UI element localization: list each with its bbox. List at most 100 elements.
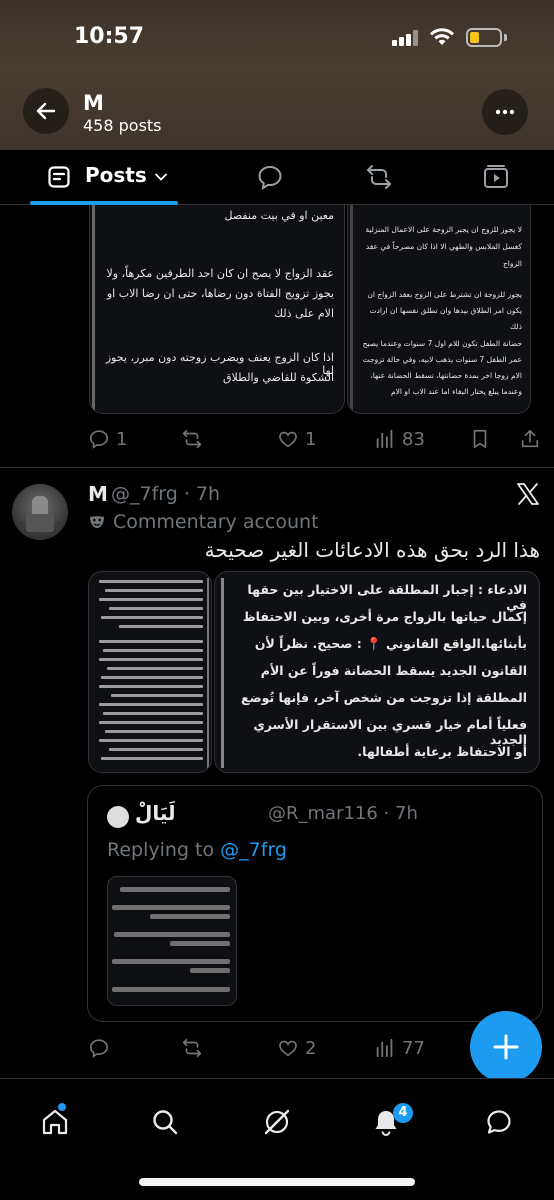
post2-image-line: القانون الجديد يسقط الحضانة فوراً عن الأ… — [260, 663, 527, 678]
status-bar: 10:57 — [0, 22, 554, 54]
post1-right-line: وعندما يبلغ يختار البقاء اما عند الاب او… — [390, 387, 522, 396]
quoted-image-text-line — [190, 968, 230, 973]
more-dots-icon — [495, 109, 515, 115]
profile-posts-count: 458 posts — [83, 116, 162, 135]
tab-media[interactable] — [482, 163, 510, 191]
compose-button[interactable] — [470, 1011, 542, 1083]
quoted-replying-to: Replying to @_7frg — [107, 839, 287, 861]
reply-count: 1 — [116, 428, 128, 450]
tab-replies[interactable] — [256, 163, 284, 191]
cellular-signal-icon — [392, 30, 418, 46]
avatar[interactable] — [12, 484, 68, 540]
post1-right-line: الزواج — [502, 259, 522, 268]
grok-icon[interactable] — [262, 1107, 292, 1137]
bookmark-button[interactable] — [469, 425, 497, 453]
notifications-badge: 4 — [393, 1103, 413, 1123]
arrow-left-icon — [36, 102, 56, 120]
quoted-image-text-line — [150, 914, 230, 919]
post2-left-image-text — [99, 578, 209, 768]
post2-image-line: المطلقة إذا تزوجت من شخص آخر، فإنها تُوض… — [241, 690, 527, 705]
chevron-down-icon — [155, 173, 167, 181]
battery-icon — [466, 28, 502, 47]
post2-image-right[interactable]: الادعاء : إجبار المطلقة على الاختيار بين… — [214, 571, 540, 773]
views-button[interactable]: 77 — [374, 1034, 425, 1062]
profile-header: 10:57 M 458 posts — [0, 0, 554, 150]
bookmark-icon — [473, 429, 487, 449]
post2-image-line: أو الاحتفاظ برعاية أطفالها. — [357, 744, 527, 759]
commentary-mask-icon — [90, 516, 104, 528]
post1-left-line: الشكوة للقاضي والطلاق — [223, 371, 334, 384]
commentary-account-label: Commentary account — [113, 511, 319, 533]
tab-reposts[interactable] — [365, 163, 393, 191]
quoted-image[interactable] — [107, 876, 237, 1006]
views-count: 83 — [402, 428, 425, 450]
tab-posts[interactable]: Posts — [30, 150, 178, 205]
post1-right-line: عمر الطفل 7 سنوات يذهب لابيه، وفي حالة ت… — [362, 355, 522, 364]
post2-image-left[interactable] — [88, 571, 212, 773]
quoted-handle: @R_mar116 · 7h — [268, 803, 418, 824]
search-icon[interactable] — [150, 1107, 180, 1137]
post1-left-line: يجوز تزويج الفتاة دون رضاها، حتى ان رضا … — [106, 287, 334, 300]
post2-image-line: إكمال حياتها بالزواج مرة أخرى، وبين الاح… — [242, 609, 527, 624]
repost-icon — [182, 429, 202, 449]
quoted-image-text-line — [112, 987, 230, 992]
more-options-button[interactable] — [482, 89, 528, 135]
replying-to-label: Replying to — [107, 839, 215, 861]
post1-right-line: حضانة الطفل تكون للام اول 7 سنوات وعندما… — [362, 339, 522, 348]
replying-to-handle[interactable]: @_7frg — [220, 839, 287, 861]
heart-icon — [279, 431, 297, 448]
post2-image-line: الادعاء : إجبار المطلقة على الاختيار بين… — [247, 582, 527, 612]
post2-image-line: فعلياً أمام خيار قسري بين الاستقرار الأس… — [253, 717, 527, 747]
avatar-figure-base — [26, 514, 54, 532]
quoted-image-text-line — [112, 959, 230, 964]
post2-image-line: بأبنائها.الواقع القانوني 📍 : صحيح. نظراً… — [254, 636, 527, 651]
post-divider — [0, 467, 554, 468]
post1-right-line: يجوز للزوجة ان تشترط على الزوج بعقد الزو… — [367, 290, 522, 299]
quoted-author-name: لَيَالْ — [135, 801, 176, 825]
post1-actions: 1 1 83 — [88, 425, 543, 453]
heart-icon — [279, 1040, 297, 1057]
post1-image-left[interactable]: معين او في بيت منفصل عقد الزواج لا يصح ا… — [89, 205, 345, 414]
status-time: 10:57 — [74, 24, 145, 49]
repost-button[interactable] — [181, 425, 209, 453]
x-logo-icon — [517, 483, 539, 505]
share-button[interactable] — [519, 425, 547, 453]
post1-right-line: ذلك — [510, 322, 522, 331]
views-count: 77 — [402, 1037, 425, 1059]
image-right-border — [221, 578, 224, 768]
battery-tip — [504, 34, 507, 41]
tab-posts-label: Posts — [85, 163, 147, 187]
like-button[interactable]: 2 — [277, 1034, 316, 1062]
post2-handle[interactable]: @_7frg · 7h — [111, 483, 220, 505]
post1-left-line: الام على ذلك — [273, 307, 334, 320]
home-indicator — [139, 1178, 415, 1186]
messages-icon[interactable] — [484, 1107, 514, 1137]
plus-icon — [493, 1034, 519, 1060]
post1-image-right[interactable]: لا يجوز للزوج ان يجبر الزوجة على الاعمال… — [347, 205, 531, 414]
post2-text: هذا الرد بحق هذه الادعائات الغير صحيحة — [204, 538, 540, 562]
quoted-image-text-line — [170, 941, 230, 946]
like-count: 2 — [305, 1037, 317, 1059]
views-icon — [376, 1038, 393, 1058]
post1-left-line: معين او في بيت منفصل — [224, 209, 334, 222]
post1-right-line: الام زوجا اخر بمدة حضانتها، تسقط الحضانة… — [370, 371, 522, 380]
reply-icon — [89, 430, 109, 449]
quoted-image-text-line — [114, 932, 230, 937]
like-button[interactable]: 1 — [277, 425, 316, 453]
quoted-avatar — [107, 806, 129, 828]
post1-left-line: عقد الزواج لا يصح ان كان احد الطرفين مكر… — [106, 267, 335, 280]
wifi-icon — [430, 28, 454, 45]
reply-button[interactable] — [88, 1034, 116, 1062]
quoted-image-text-line — [112, 905, 230, 910]
views-button[interactable]: 83 — [374, 425, 425, 453]
quoted-post[interactable]: لَيَالْ @R_mar116 · 7h Replying to @_7fr… — [87, 785, 543, 1022]
post2-author-name[interactable]: M — [88, 482, 108, 506]
views-icon — [376, 429, 393, 449]
like-count: 1 — [305, 428, 317, 450]
reply-button[interactable]: 1 — [88, 425, 127, 453]
home-icon[interactable] — [40, 1107, 70, 1137]
profile-name: M — [83, 91, 104, 115]
post1-right-line: كغسل الملابس والطهي الا اذا كان مصرحاً ف… — [365, 242, 522, 251]
back-button[interactable] — [23, 88, 69, 134]
repost-button[interactable] — [181, 1034, 209, 1062]
